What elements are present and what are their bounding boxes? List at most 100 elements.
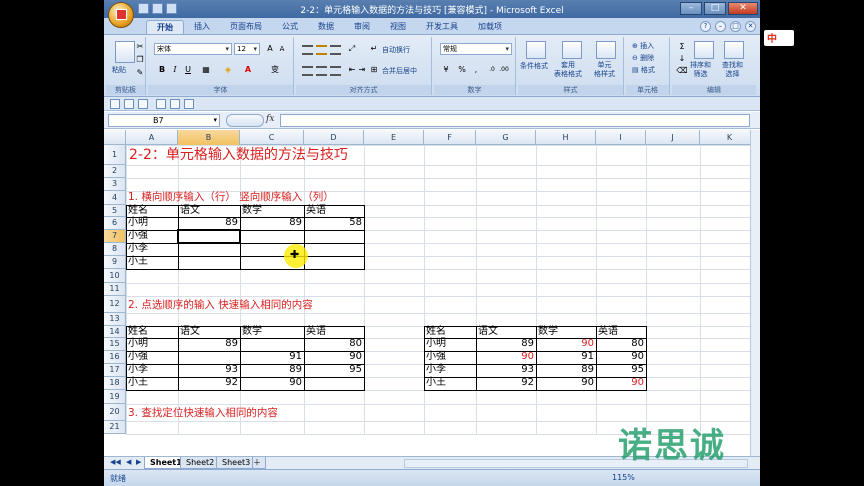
tab-formulas[interactable]: 公式 (272, 20, 308, 34)
column-header-g[interactable]: G (476, 130, 536, 145)
column-header-e[interactable]: E (364, 130, 424, 145)
maximize-button[interactable]: □ (704, 2, 726, 15)
phonetic-button[interactable]: 变 (266, 64, 284, 76)
row-header-9[interactable]: 9 (104, 256, 126, 269)
column-header-h[interactable]: H (536, 130, 596, 145)
row-header-14[interactable]: 14 (104, 326, 126, 338)
tab-review[interactable]: 审阅 (344, 20, 380, 34)
insert-button[interactable]: ⊕ 插入 (632, 41, 654, 51)
cut-icon[interactable]: ✂ (134, 41, 146, 53)
merge-center-button[interactable]: 合并后居中 (382, 66, 417, 76)
row-header-8[interactable]: 8 (104, 243, 126, 256)
save-small-icon[interactable] (110, 99, 120, 109)
comma-icon[interactable]: , (470, 64, 482, 76)
cell-styles-icon[interactable] (596, 41, 616, 59)
row-header-3[interactable]: 3 (104, 178, 126, 191)
clear-icon[interactable]: ⌫ (676, 65, 688, 77)
font-name-combo[interactable]: 宋体 (154, 43, 232, 55)
row-header-20[interactable]: 20 (104, 404, 126, 421)
row-header-16[interactable]: 16 (104, 351, 126, 364)
grow-font-icon[interactable]: A (264, 43, 276, 55)
sort-filter-icon[interactable] (694, 41, 714, 59)
print-icon[interactable] (184, 99, 194, 109)
column-header-f[interactable]: F (424, 130, 476, 145)
formula-buttons[interactable] (226, 114, 264, 127)
name-box[interactable]: B7 (108, 114, 220, 127)
active-cell[interactable] (177, 229, 241, 244)
row-header-6[interactable]: 6 (104, 217, 126, 230)
select-all-corner[interactable] (104, 130, 126, 145)
column-header-d[interactable]: D (304, 130, 364, 145)
close-button[interactable]: ✕ (728, 2, 758, 15)
decrease-decimal-icon[interactable]: .00 (498, 64, 510, 76)
paste-icon[interactable] (115, 41, 135, 63)
row-header-7[interactable]: 7 (104, 230, 126, 243)
conditional-format-button[interactable]: 条件格式 (520, 61, 548, 71)
row-header-10[interactable]: 10 (104, 269, 126, 283)
row-header-12[interactable]: 12 (104, 296, 126, 313)
column-header-k[interactable]: K (700, 130, 750, 145)
copy-icon[interactable]: ❐ (134, 54, 146, 66)
redo-icon[interactable] (166, 3, 177, 14)
row-header-15[interactable]: 15 (104, 338, 126, 351)
row-header-18[interactable]: 18 (104, 377, 126, 390)
zoom-level[interactable]: 115% (612, 473, 635, 482)
align-top-icon[interactable] (302, 45, 313, 55)
borders-icon[interactable]: ▦ (200, 64, 212, 76)
format-as-table-button[interactable]: 套用 表格格式 (554, 61, 582, 79)
align-middle-icon[interactable] (316, 45, 327, 55)
format-painter-icon[interactable]: ✎ (134, 67, 146, 79)
sort-filter-button[interactable]: 排序和 筛选 (690, 61, 711, 79)
workbook-close-icon[interactable]: ✕ (745, 21, 756, 32)
autosum-icon[interactable]: Σ (676, 41, 688, 53)
tab-home[interactable]: 开始 (146, 20, 184, 34)
new-file-icon[interactable] (156, 99, 166, 109)
formula-input[interactable] (280, 114, 750, 127)
office-button[interactable] (108, 2, 134, 28)
row-header-21[interactable]: 21 (104, 421, 126, 434)
save-icon[interactable] (138, 3, 149, 14)
help-icon[interactable]: ? (700, 21, 711, 32)
undo-small-icon[interactable] (124, 99, 134, 109)
row-header-13[interactable]: 13 (104, 313, 126, 326)
next-sheet-icon[interactable]: ▶ (136, 458, 141, 466)
format-button[interactable]: ▤ 格式 (632, 65, 655, 75)
format-as-table-icon[interactable] (562, 41, 582, 59)
row-header-4[interactable]: 4 (104, 191, 126, 205)
row-header-19[interactable]: 19 (104, 390, 126, 404)
tab-data[interactable]: 数据 (308, 20, 344, 34)
insert-function-button[interactable]: fx (266, 114, 274, 124)
shrink-font-icon[interactable]: A (276, 43, 288, 55)
first-sheet-icon[interactable]: ◀◀ (110, 458, 121, 466)
align-right-icon[interactable] (330, 66, 341, 76)
paste-button[interactable]: 粘贴 (112, 65, 126, 75)
row-header-1[interactable]: 1 (104, 145, 126, 165)
tab-insert[interactable]: 插入 (184, 20, 220, 34)
underline-button[interactable]: U (182, 64, 194, 76)
cell-styles-button[interactable]: 单元 格样式 (594, 61, 615, 79)
minimize-button[interactable]: – (680, 2, 702, 15)
undo-icon[interactable] (152, 3, 163, 14)
prev-sheet-icon[interactable]: ◀ (126, 458, 131, 466)
currency-icon[interactable]: ¥ (440, 64, 452, 76)
align-left-icon[interactable] (302, 66, 313, 76)
align-center-icon[interactable] (316, 66, 327, 76)
row-header-5[interactable]: 5 (104, 205, 126, 217)
column-header-i[interactable]: I (596, 130, 646, 145)
tab-developer[interactable]: 开发工具 (416, 20, 468, 34)
wrap-text-icon[interactable]: ↵ (368, 43, 380, 55)
column-header-c[interactable]: C (240, 130, 304, 145)
font-size-combo[interactable]: 12 (234, 43, 260, 55)
increase-indent-icon[interactable]: ⇥ (356, 64, 368, 76)
redo-small-icon[interactable] (138, 99, 148, 109)
orientation-icon[interactable]: ⤢ (346, 43, 358, 55)
fill-color-icon[interactable]: ◈ (222, 64, 234, 76)
find-select-icon[interactable] (724, 41, 744, 59)
column-header-a[interactable]: A (126, 130, 178, 145)
sheet-tab-2[interactable]: Sheet2 (180, 457, 221, 469)
ribbon-restore-icon[interactable]: □ (730, 21, 741, 32)
vertical-scrollbar[interactable] (750, 130, 760, 456)
open-file-icon[interactable] (170, 99, 180, 109)
wrap-text-button[interactable]: 自动换行 (382, 45, 410, 55)
column-header-b[interactable]: B (178, 130, 240, 145)
